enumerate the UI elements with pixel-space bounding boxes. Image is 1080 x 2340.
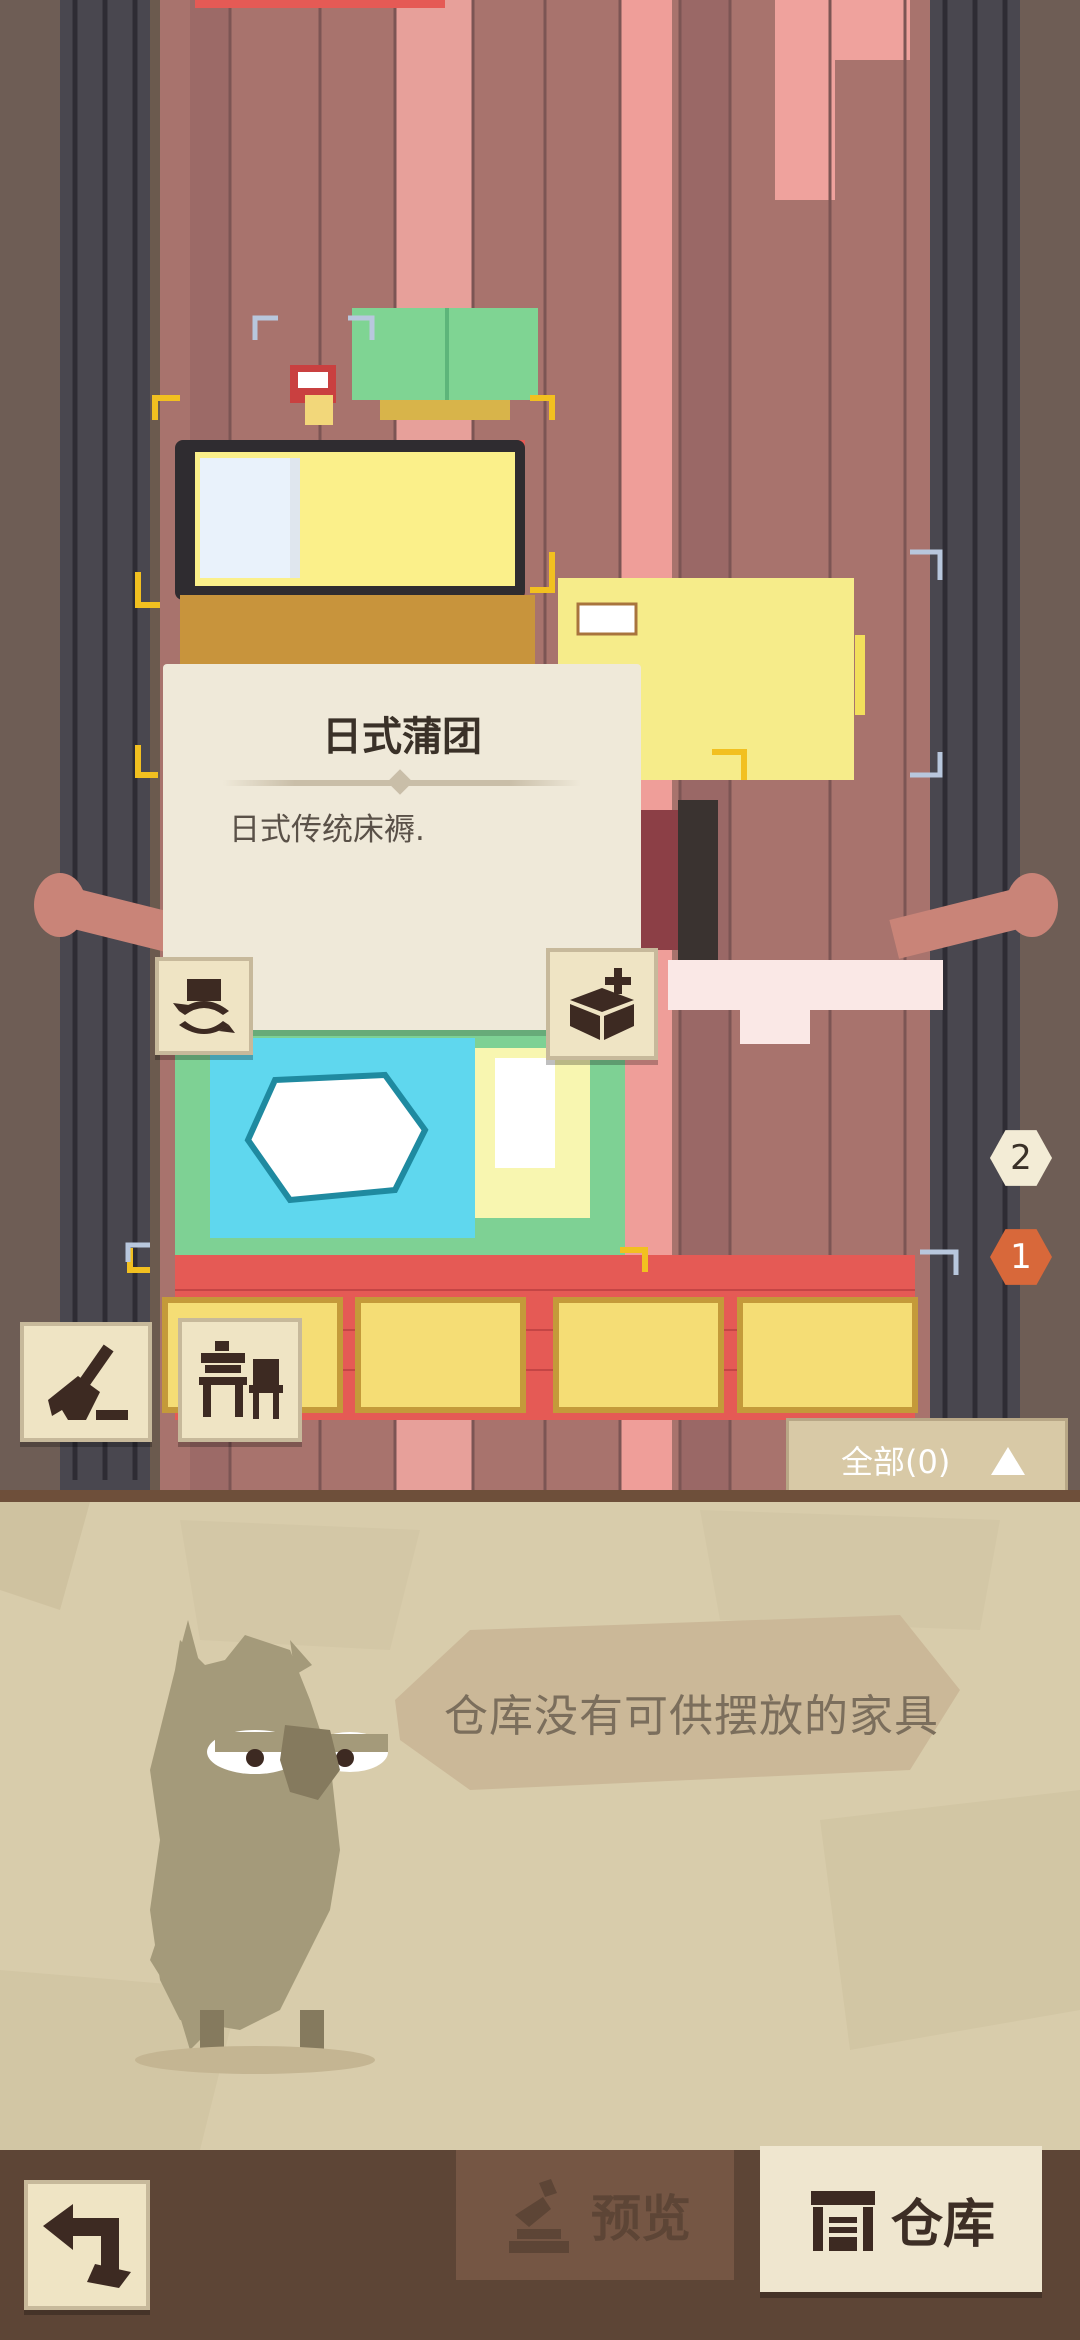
divider-ornament	[387, 769, 413, 795]
store-furniture-button[interactable]	[546, 948, 658, 1060]
clean-room-button[interactable]	[20, 1322, 152, 1442]
tab-storage[interactable]: 仓库	[760, 2146, 1042, 2292]
tab-preview[interactable]: 预览	[456, 2150, 734, 2280]
preview-pedestal-icon	[509, 2179, 569, 2253]
table-chair-icon	[199, 1341, 283, 1419]
furniture-name: 日式蒲团	[322, 714, 482, 760]
tab-storage-label: 仓库	[890, 2194, 995, 2255]
panel-background	[0, 1490, 1080, 2150]
box-plus-icon	[570, 968, 634, 1040]
back-button[interactable]	[24, 2180, 150, 2310]
caret-up-icon	[991, 1447, 1025, 1475]
back-arrow-icon	[43, 2204, 131, 2288]
filter-label: 全部(0)	[841, 1443, 951, 1481]
empty-storage-message: 仓库没有可供摆放的家具	[444, 1691, 939, 1742]
broom-icon	[48, 1344, 128, 1420]
warehouse-icon	[810, 2191, 875, 2251]
rotate-box-icon	[173, 979, 235, 1034]
furniture-description: 日式传统床褥.	[229, 812, 425, 848]
furniture-catalog-button[interactable]	[178, 1318, 302, 1442]
tab-preview-label: 预览	[591, 2190, 691, 2248]
storage-panel	[0, 1490, 1080, 2150]
rotate-furniture-button[interactable]	[155, 957, 253, 1055]
